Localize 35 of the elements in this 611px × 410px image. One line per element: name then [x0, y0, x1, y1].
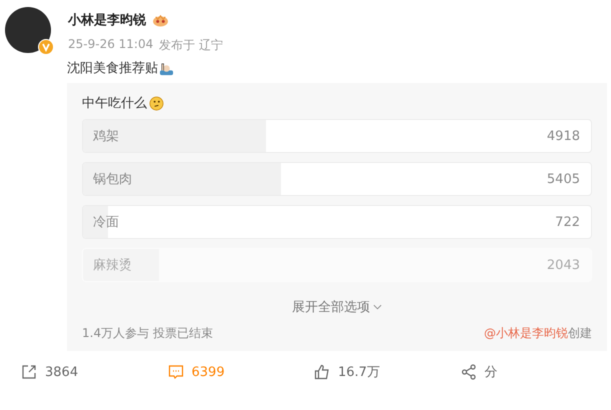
- post-location: 发布于 辽宁: [159, 37, 224, 54]
- option-count: 5405: [546, 172, 580, 186]
- avatar[interactable]: [5, 7, 51, 53]
- action-button[interactable]: 16.7万: [314, 363, 460, 381]
- poll-option[interactable]: 冷面 722: [82, 205, 592, 239]
- post-time: 25-9-26 11:04: [68, 37, 154, 53]
- chevron-down-icon: [373, 304, 382, 310]
- post-text: 沈阳美食推荐贴: [67, 60, 158, 77]
- fan-badge-icon: [152, 14, 169, 26]
- option-label: 冷面: [93, 214, 119, 231]
- action-button[interactable]: 3864: [21, 363, 168, 381]
- option-label: 麻辣烫: [93, 257, 132, 274]
- creator-link[interactable]: @小林是李昀锐: [484, 326, 568, 340]
- action-button[interactable]: 6399: [168, 363, 314, 381]
- poll-summary: 1.4万人参与 投票已结束: [82, 325, 213, 342]
- expand-options-button[interactable]: 展开全部选项: [292, 298, 382, 316]
- author-name[interactable]: 小林是李昀锐: [68, 11, 146, 29]
- option-count: 2043: [546, 258, 580, 272]
- comment-icon: [168, 364, 184, 380]
- share-icon: [460, 364, 476, 380]
- action-button[interactable]: 分: [460, 363, 607, 381]
- thinking-face-emoji-icon: [149, 96, 164, 110]
- option-label: 鸡架: [93, 128, 119, 145]
- poll-option[interactable]: 鸡架 4918: [82, 119, 592, 153]
- creator-suffix: 创建: [568, 326, 592, 340]
- poll-option[interactable]: 锅包肉 5405: [82, 162, 592, 196]
- verified-badge-icon: [38, 39, 54, 55]
- poll-title: 中午吃什么: [82, 95, 147, 112]
- option-count: 4918: [546, 128, 580, 144]
- repost-icon: [21, 364, 37, 380]
- raised-hand-emoji-icon: [159, 60, 174, 76]
- poll-option[interactable]: 麻辣烫 2043: [82, 248, 592, 282]
- option-count: 722: [555, 214, 580, 230]
- thumbs-up-icon: [314, 364, 330, 380]
- option-label: 锅包肉: [93, 171, 132, 188]
